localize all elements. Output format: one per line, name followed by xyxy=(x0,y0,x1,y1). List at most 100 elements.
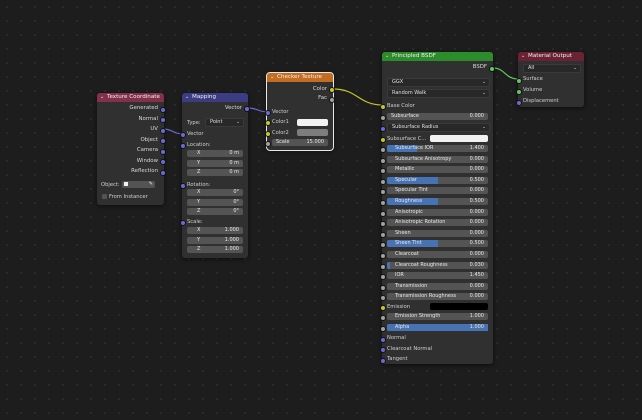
anisotropic-field[interactable]: Anisotropic 0.000 xyxy=(387,208,488,216)
transmission-roughness-field[interactable]: Transmission Roughness 0.000 xyxy=(387,293,488,301)
sheen-socket[interactable] xyxy=(380,231,386,238)
subsurface-color-swatch[interactable] xyxy=(430,135,488,142)
scale-socket[interactable] xyxy=(265,141,271,147)
metallic-field[interactable]: Metallic 0.000 xyxy=(387,166,488,174)
transmission-field[interactable]: Transmission 0.000 xyxy=(387,282,488,290)
emission-strength-field[interactable]: Emission Strength 1.000 xyxy=(387,313,488,320)
subsurface-radius-dropdown[interactable]: Subsurface Radius ⌄ xyxy=(387,123,490,132)
node-header[interactable]: ⌄ Checker Texture xyxy=(267,73,333,82)
node-header[interactable]: ⌄ Texture Coordinate xyxy=(97,93,164,102)
output-uv-socket[interactable] xyxy=(160,127,166,134)
emission-socket[interactable] xyxy=(380,305,386,311)
specular-tint-socket[interactable] xyxy=(380,189,386,196)
clearcoat-normal-socket[interactable] xyxy=(380,347,386,353)
clearcoat-field[interactable]: Clearcoat 0.000 xyxy=(387,251,488,258)
sheen-tint-socket[interactable] xyxy=(380,242,386,249)
rotation-y-field[interactable]: Y 0° xyxy=(187,198,243,206)
input-vector-socket[interactable] xyxy=(180,132,186,138)
subsurface-radius-socket[interactable] xyxy=(380,126,386,132)
subsurface-ior-socket[interactable] xyxy=(380,147,386,153)
chevron-down-icon[interactable]: ⌄ xyxy=(185,93,192,102)
volume-socket[interactable] xyxy=(516,89,522,95)
location-x-field[interactable]: X 0 m xyxy=(187,150,243,157)
surface-socket[interactable] xyxy=(516,78,522,84)
transmission-socket[interactable] xyxy=(380,284,386,291)
rotation-socket[interactable] xyxy=(180,183,186,189)
ior-field[interactable]: IOR 1.450 xyxy=(387,272,488,280)
anisotropic-rotation-field[interactable]: Anisotropic Rotation 0.000 xyxy=(387,219,488,227)
alpha-socket[interactable] xyxy=(380,326,386,332)
chevron-down-icon[interactable]: ⌄ xyxy=(100,93,107,102)
mapping-node[interactable]: ⌄ Mapping Vector Type: Point ⌄ Vector Loca… xyxy=(180,93,250,258)
base-color-socket[interactable] xyxy=(380,104,386,110)
scale-z-field[interactable]: Z 1.000 xyxy=(187,246,243,253)
output-color-socket[interactable] xyxy=(329,87,335,93)
specular-field[interactable]: Specular 0.500 xyxy=(387,176,488,184)
metallic-socket[interactable] xyxy=(380,168,386,175)
emission-strength-socket[interactable] xyxy=(380,315,386,321)
subsurface-anisotropy-field[interactable]: Subsurface Anisotropy 0.000 xyxy=(387,155,488,163)
color1-socket[interactable] xyxy=(265,120,271,126)
target-dropdown[interactable]: All ⌄ xyxy=(523,64,581,73)
node-header[interactable]: ⌄ Material Output xyxy=(518,52,584,61)
output-fac-socket[interactable] xyxy=(329,97,335,103)
anisotropic-socket[interactable] xyxy=(380,210,386,217)
location-y-field[interactable]: Y 0 m xyxy=(187,159,243,167)
from-instancer-checkbox[interactable] xyxy=(102,194,107,199)
subsurface-socket[interactable] xyxy=(380,115,386,121)
input-vector-socket[interactable] xyxy=(265,110,271,116)
specular-socket[interactable] xyxy=(380,178,386,185)
subsurface-field[interactable]: Subsurface 0.000 xyxy=(387,113,488,120)
location-socket[interactable] xyxy=(180,143,186,149)
scale-field[interactable]: Scale 15.000 xyxy=(272,139,328,146)
subsurface-method-dropdown[interactable]: Random Walk ⌄ xyxy=(387,89,490,98)
clearcoat-roughness-field[interactable]: Clearcoat Roughness 0.030 xyxy=(387,261,488,269)
tangent-socket[interactable] xyxy=(380,358,386,364)
type-dropdown[interactable]: Point ⌄ xyxy=(205,118,244,127)
chevron-down-icon[interactable]: ⌄ xyxy=(521,52,528,61)
scale-y-field[interactable]: Y 1.000 xyxy=(187,236,243,244)
node-header[interactable]: ⌄ Mapping xyxy=(182,93,248,102)
rotation-z-field[interactable]: Z 0° xyxy=(187,208,243,215)
checker-texture-node[interactable]: ⌄ Checker Texture Color Fac Vector Color1… xyxy=(265,72,335,151)
clearcoat-roughness-socket[interactable] xyxy=(380,263,386,270)
displacement-socket[interactable] xyxy=(516,100,522,106)
emission-swatch[interactable] xyxy=(430,303,488,310)
alpha-field[interactable]: Alpha 1.000 xyxy=(387,324,488,331)
output-camera-socket[interactable] xyxy=(160,148,166,155)
eyedropper-icon[interactable]: ✎ xyxy=(149,181,153,188)
subsurface-ior-field[interactable]: Subsurface IOR 1.400 xyxy=(387,145,488,152)
transmission-roughness-socket[interactable] xyxy=(380,295,386,302)
output-normal-socket[interactable] xyxy=(160,117,166,123)
object-field[interactable]: ✎ xyxy=(122,181,155,188)
roughness-socket[interactable] xyxy=(380,200,386,206)
output-object-socket[interactable] xyxy=(160,138,166,144)
ior-socket[interactable] xyxy=(380,274,386,281)
chevron-down-icon[interactable]: ⌄ xyxy=(385,52,392,61)
location-z-field[interactable]: Z 0 m xyxy=(187,169,243,176)
distribution-dropdown[interactable]: GGX ⌄ xyxy=(387,78,490,87)
specular-tint-field[interactable]: Specular Tint 0.000 xyxy=(387,187,488,195)
output-bsdf-socket[interactable] xyxy=(489,66,495,72)
sheen-field[interactable]: Sheen 0.000 xyxy=(387,229,488,237)
node-header[interactable]: ⌄ Principled BSDF xyxy=(382,52,493,61)
principled-bsdf-node[interactable]: ⌄ Principled BSDF BSDF GGX ⌄ Random Walk ⌄ … xyxy=(380,52,495,364)
material-output-node[interactable]: ⌄ Material Output All ⌄ Surface Volume Dis… xyxy=(516,52,584,107)
anisotropic-rotation-socket[interactable] xyxy=(380,221,386,228)
chevron-down-icon[interactable]: ⌄ xyxy=(270,73,277,82)
output-window-socket[interactable] xyxy=(160,159,166,165)
texture-coordinate-node[interactable]: ⌄ Texture Coordinate Generated Normal UV Obj… xyxy=(97,93,166,205)
normal-socket[interactable] xyxy=(380,337,386,343)
output-vector-socket[interactable] xyxy=(244,106,250,112)
sheen-tint-field[interactable]: Sheen Tint 0.500 xyxy=(387,240,488,248)
subsurface-anisotropy-socket[interactable] xyxy=(380,157,386,164)
rotation-x-field[interactable]: X 0° xyxy=(187,189,243,196)
scale-socket[interactable] xyxy=(180,220,186,226)
output-generated-socket[interactable] xyxy=(160,106,166,113)
color1-swatch[interactable] xyxy=(297,119,328,126)
roughness-field[interactable]: Roughness 0.500 xyxy=(387,198,488,205)
output-reflection-socket[interactable] xyxy=(160,169,166,176)
scale-x-field[interactable]: X 1.000 xyxy=(187,227,243,234)
clearcoat-socket[interactable] xyxy=(380,253,386,259)
color2-socket[interactable] xyxy=(265,131,271,137)
